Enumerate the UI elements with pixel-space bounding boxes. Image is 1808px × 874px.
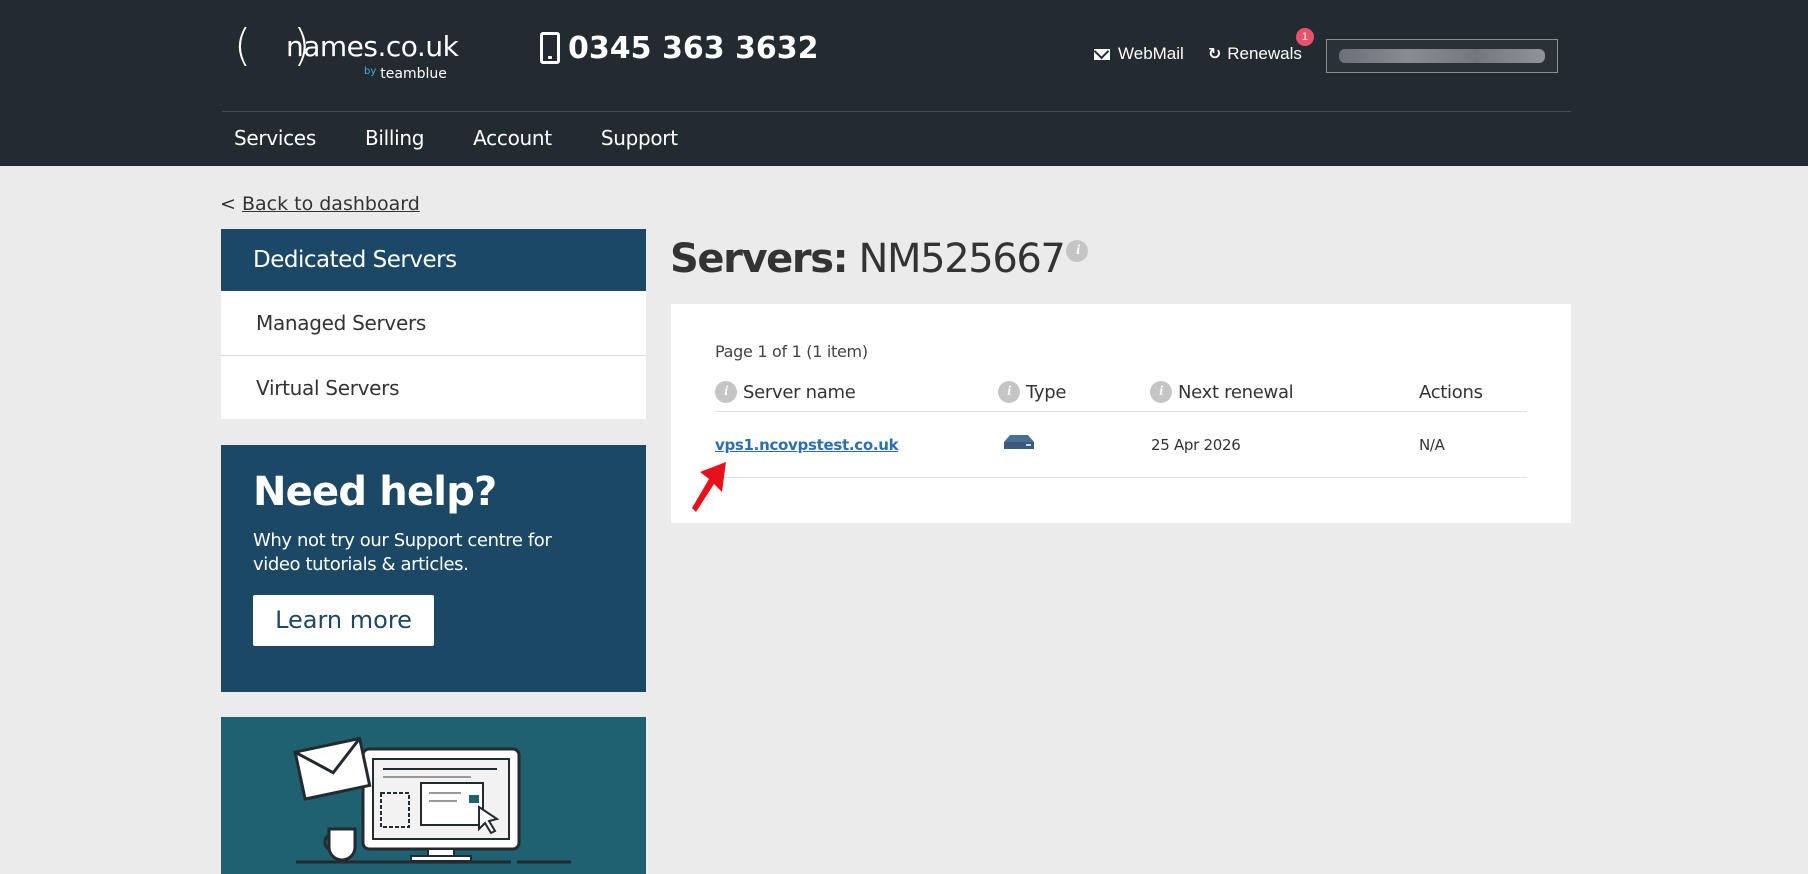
column-label: Next renewal xyxy=(1178,381,1294,403)
nav-support[interactable]: Support xyxy=(589,112,690,166)
refresh-icon: ↻ xyxy=(1207,46,1222,63)
phone-number: 0345 363 3632 xyxy=(540,30,819,66)
webmail-label: WebMail xyxy=(1118,44,1184,63)
red-arrow-annotation-icon xyxy=(692,462,726,512)
sidebar-menu: Dedicated Servers Managed Servers Virtua… xyxy=(221,229,646,419)
info-icon[interactable]: i xyxy=(715,381,737,403)
phone-icon xyxy=(540,32,560,64)
account-menu[interactable] xyxy=(1326,39,1558,73)
column-label: Type xyxy=(1026,381,1067,403)
server-icon xyxy=(1004,435,1034,449)
breadcrumb: < Back to dashboard xyxy=(220,193,420,215)
breadcrumb-chevron: < xyxy=(220,193,236,215)
top-links: WebMail ↻ Renewals 1 xyxy=(1094,28,1326,64)
server-name-link[interactable]: vps1.ncovpstest.co.uk xyxy=(715,436,899,454)
page-count: Page 1 of 1 (1 item) xyxy=(715,342,868,361)
column-header-next-renewal: i Next renewal xyxy=(1150,379,1294,405)
promo-illustration xyxy=(221,717,646,874)
actions-value: N/A xyxy=(1419,436,1445,454)
column-header-type: i Type xyxy=(998,379,1066,405)
nav-billing[interactable]: Billing xyxy=(353,112,436,166)
column-label: Server name xyxy=(743,381,856,403)
table-divider xyxy=(715,411,1527,412)
names-logo[interactable]: ( ) names.co.uk by teamblue xyxy=(234,20,459,84)
info-icon[interactable]: i xyxy=(1150,381,1172,403)
renewals-link[interactable]: ↻ Renewals 1 xyxy=(1207,28,1314,64)
computer-illustration-icon xyxy=(293,736,571,864)
next-renewal-date: 25 Apr 2026 xyxy=(1151,436,1241,454)
page-title-id: NM525667 xyxy=(858,236,1066,282)
renewals-label: Renewals xyxy=(1227,44,1302,63)
back-to-dashboard-link[interactable]: Back to dashboard xyxy=(242,193,420,215)
site-header: ( ) names.co.uk by teamblue 0345 363 3632… xyxy=(0,0,1808,166)
renewals-badge: 1 xyxy=(1295,28,1314,46)
column-label: Actions xyxy=(1419,381,1483,403)
nav-account[interactable]: Account xyxy=(461,112,564,166)
table-divider xyxy=(715,477,1527,478)
main-nav: Services Billing Account Support xyxy=(222,112,715,166)
account-name-redacted xyxy=(1339,49,1545,63)
nav-services[interactable]: Services xyxy=(222,112,328,166)
mail-icon xyxy=(1094,48,1110,60)
column-header-server-name: i Server name xyxy=(715,379,856,405)
page-title-label: Servers: xyxy=(670,236,849,282)
servers-panel: Page 1 of 1 (1 item) i Server name i Typ… xyxy=(671,304,1571,523)
logo-byline: by teamblue xyxy=(364,66,447,82)
logo-text: names.co.uk xyxy=(286,30,459,63)
help-text: Why not try our Support centre for video… xyxy=(253,530,552,575)
sidebar-item-managed-servers[interactable]: Managed Servers xyxy=(221,291,646,356)
info-icon[interactable]: i xyxy=(998,381,1020,403)
info-icon[interactable]: i xyxy=(1066,240,1089,262)
page-title: Servers: NM525667 i xyxy=(670,236,1089,282)
column-header-actions: Actions xyxy=(1419,379,1483,405)
sidebar-heading: Dedicated Servers xyxy=(221,229,646,291)
learn-more-button[interactable]: Learn more xyxy=(253,595,434,646)
phone-text: 0345 363 3632 xyxy=(568,30,819,66)
help-panel: Need help? Why not try our Support centr… xyxy=(221,445,646,692)
help-title: Need help? xyxy=(253,469,497,515)
webmail-link[interactable]: WebMail xyxy=(1094,44,1184,64)
sidebar-item-virtual-servers[interactable]: Virtual Servers xyxy=(221,356,646,419)
